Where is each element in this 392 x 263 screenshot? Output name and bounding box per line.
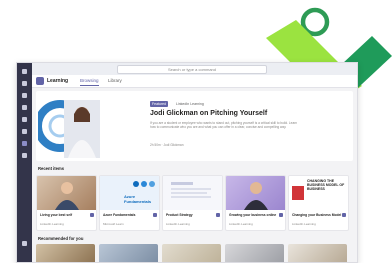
doc-block-2 [171, 188, 211, 190]
logo-ring [300, 7, 330, 37]
card-meta: LinkedIn Learning [40, 222, 64, 226]
recommended-card-4[interactable] [225, 244, 284, 262]
content-card[interactable]: CHANGING THE BUSINESS MODEL OF BUSINESS … [288, 175, 349, 231]
learning-icon[interactable] [22, 141, 27, 146]
card-thumbnail: Azure Fundamentals [100, 176, 159, 210]
files-icon[interactable] [22, 129, 27, 134]
calls-icon[interactable] [22, 117, 27, 122]
card-meta: LinkedIn Learning [166, 222, 190, 226]
app-header: Learning Browsing Library [32, 75, 357, 88]
azure-overlay-text: Azure Fundamentals [124, 194, 152, 204]
card-thumbnail [163, 176, 222, 210]
doc-block-4 [171, 196, 211, 198]
thumb-head [250, 182, 262, 194]
card-meta: LinkedIn Learning [292, 222, 316, 226]
tab-browsing[interactable]: Browsing [80, 77, 99, 86]
azure-dot-1 [133, 181, 139, 187]
chat-icon[interactable] [22, 81, 27, 86]
hero-artwork [38, 94, 100, 158]
content-type-icon [153, 213, 157, 217]
azure-dot-3 [149, 181, 155, 187]
provider-label: LinkedIn Learning [176, 102, 204, 106]
recommended-card-2[interactable] [99, 244, 158, 262]
recent-section-title: Recent items [38, 166, 65, 171]
content-type-icon [90, 213, 94, 217]
featured-badge: Featured [150, 101, 169, 107]
help-icon[interactable] [22, 241, 27, 246]
card-meta: LinkedIn Learning [229, 222, 253, 226]
thumb-body [244, 200, 268, 210]
app-rail [17, 63, 32, 262]
hero-meta: 2h 50m · Jodi Glickman [150, 143, 184, 147]
tab-library[interactable]: Library [108, 77, 122, 85]
card-title: Living your best self [40, 213, 73, 217]
thumb-head [61, 182, 73, 194]
thumb-body [55, 200, 79, 210]
doc-block-3 [171, 192, 207, 194]
azure-dot-2 [141, 181, 147, 187]
hero-description: If you are a student or employee who wan… [150, 121, 298, 130]
recommended-card-5[interactable] [288, 244, 347, 262]
doc-block-1 [171, 182, 193, 185]
recommended-card-1[interactable] [36, 244, 95, 262]
activity-icon[interactable] [22, 69, 27, 74]
teams-window: Search or type a command Learning Browsi… [16, 62, 358, 263]
recommended-section-title: Recommended for you [38, 236, 84, 241]
content-card[interactable]: Living your best self LinkedIn Learning [36, 175, 97, 231]
card-title: Product Strategy [166, 213, 193, 217]
content-card[interactable]: Growing your business online LinkedIn Le… [225, 175, 286, 231]
search-box[interactable]: Search or type a command [117, 65, 267, 74]
featured-hero[interactable]: Featured LinkedIn Learning Jodi Glickman… [36, 91, 353, 161]
more-apps-icon[interactable] [22, 153, 27, 158]
app-name: Learning [47, 78, 69, 84]
content-card[interactable]: Product Strategy LinkedIn Learning [162, 175, 223, 231]
content-card[interactable]: Azure Fundamentals Azure Fundamentals Mi… [99, 175, 160, 231]
content-type-icon [279, 213, 283, 217]
card-thumbnail [37, 176, 96, 210]
card-thumbnail: CHANGING THE BUSINESS MODEL OF BUSINESS [289, 176, 348, 210]
card-title: Changing your Business Model [292, 213, 342, 217]
card-title: Growing your business online [229, 213, 277, 217]
content-type-icon [342, 213, 346, 217]
changing-overlay-text: CHANGING THE BUSINESS MODEL OF BUSINESS [307, 179, 345, 192]
learning-app-icon [36, 77, 44, 85]
recommended-card-3[interactable] [162, 244, 221, 262]
card-title: Azure Fundamentals [103, 213, 136, 217]
red-mark [292, 186, 304, 200]
card-meta: Microsoft Learn [103, 222, 124, 226]
card-thumbnail [226, 176, 285, 210]
teams-icon[interactable] [22, 93, 27, 98]
content-type-icon [216, 213, 220, 217]
hero-title[interactable]: Jodi Glickman on Pitching Yourself [150, 110, 267, 117]
calendar-icon[interactable] [22, 105, 27, 110]
